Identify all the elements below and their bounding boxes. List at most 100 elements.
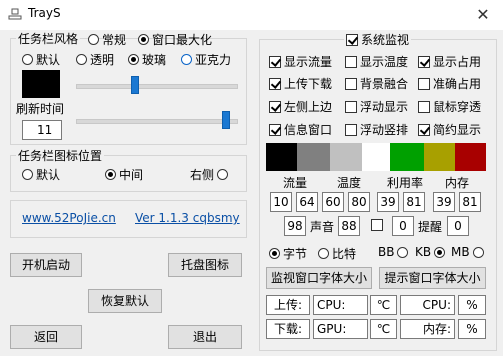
exit-button[interactable]: 退出 [168,325,242,349]
radio-indicator [105,169,116,180]
autostart-button[interactable]: 开机启动 [10,253,82,277]
unit-byte-radio[interactable]: 字节 [269,245,307,262]
value-box[interactable]: 39 [433,192,455,212]
checkbox-indicator [345,77,357,90]
checkbox-indicator [418,55,430,68]
taskbar-style-title: 任务栏风格 [16,30,81,47]
color-swatch-4[interactable] [362,143,390,171]
checkbox-indicator [269,77,281,90]
transparency-slider-track[interactable] [76,84,238,89]
mode-maximized-radio[interactable]: 窗口最大化 [138,31,212,48]
version-link[interactable]: Ver 1.1.3 cqbsmy [135,211,240,225]
system-monitor-checkbox[interactable]: 系统监视 [344,31,412,48]
style-transparent-radio[interactable]: 透明 [76,51,114,68]
radio-indicator [76,54,87,65]
floating-vertical-checkbox[interactable]: 浮动竖排 [345,121,408,138]
accurate-usage-checkbox[interactable]: 准确占用 [418,75,481,92]
checkbox-indicator [269,100,281,113]
upload-download-checkbox[interactable]: 上传下载 [269,75,332,92]
simple-display-checkbox[interactable]: 简约显示 [418,121,481,138]
style-acrylic-radio[interactable]: 亚克力 [181,51,231,68]
style-glass-radio[interactable]: 玻璃 [128,51,166,68]
radio-indicator [88,34,99,45]
close-icon[interactable]: ✕ [463,0,503,30]
radio-indicator [128,54,139,65]
color-swatch-3[interactable] [330,143,362,171]
value-box[interactable]: 80 [348,192,370,212]
alert-checkbox[interactable] [371,219,383,231]
cpu-percent-box: % [458,295,486,315]
tray-icon-button[interactable]: 托盘图标 [168,253,242,277]
value-box[interactable]: 0 [392,216,414,236]
checkbox-indicator [269,123,281,136]
icon-pos-center-radio[interactable]: 中间 [105,166,143,183]
back-button[interactable]: 返回 [10,325,82,349]
style-default-radio[interactable]: 默认 [22,51,60,68]
value-box[interactable]: 81 [459,192,481,212]
header-temperature: 温度 [337,176,362,190]
value-box[interactable]: 0 [447,216,469,236]
checkbox-indicator [345,100,357,113]
radio-indicator [269,248,280,259]
mouse-passthrough-checkbox[interactable]: 鼠标穿透 [418,98,481,115]
unit-bb-radio[interactable]: BB [378,245,411,259]
color-swatch-1[interactable] [266,143,297,171]
radio-indicator [318,248,329,259]
radio-indicator [138,34,149,45]
show-usage-checkbox[interactable]: 显示占用 [418,53,481,70]
floating-display-checkbox[interactable]: 浮动显示 [345,98,408,115]
memory-label-box: 内存: [400,319,455,339]
value-box[interactable]: 88 [338,216,360,236]
refresh-label: 刷新时间 [16,102,65,116]
show-temperature-checkbox[interactable]: 显示温度 [345,53,408,70]
show-traffic-checkbox[interactable]: 显示流量 [269,53,332,70]
checkbox-indicator [418,77,430,90]
title-bar: TrayS ✕ [0,0,503,30]
restore-defaults-button[interactable]: 恢复默认 [88,289,162,313]
tooltip-font-size-button[interactable]: 提示窗口字体大小 [379,267,486,289]
icon-position-title: 任务栏图标位置 [16,147,105,164]
checkbox-indicator [418,100,430,113]
value-box[interactable]: 10 [270,192,292,212]
cpu-temp-label-box: CPU: [313,295,368,315]
checkbox-indicator [345,123,357,136]
window-title: TrayS [28,6,61,20]
remind-label: 提醒 [418,220,443,234]
download-label-box: 下载: [266,319,310,339]
value-box[interactable]: 98 [284,216,306,236]
color-swatch-5[interactable] [390,143,424,171]
color-swatch-7[interactable] [455,143,486,171]
app-icon [8,8,22,20]
color-swatch-2[interactable] [297,143,330,171]
color-swatch-6[interactable] [424,143,455,171]
radio-indicator [22,169,33,180]
unit-bit-radio[interactable]: 比特 [318,245,356,262]
unit-kb-radio[interactable]: KB [415,245,448,259]
refresh-slider-thumb[interactable] [222,111,230,129]
value-box[interactable]: 60 [322,192,344,212]
icon-pos-right-radio[interactable]: 右侧 [190,166,231,183]
background-blend-checkbox[interactable]: 背景融合 [345,75,408,92]
upload-label-box: 上传: [266,295,310,315]
checkbox-indicator [269,55,281,68]
value-box[interactable]: 39 [377,192,399,212]
taskbar-color-swatch[interactable] [22,70,60,98]
cpu-temp-unit-box: ℃ [370,295,397,315]
refresh-time-input[interactable]: 11 [22,120,62,140]
gpu-temp-unit-box: ℃ [370,319,397,339]
radio-indicator [217,169,229,180]
left-top-checkbox[interactable]: 左侧上边 [269,98,332,115]
checkbox-indicator [346,33,358,46]
mode-normal-radio[interactable]: 常规 [88,31,126,48]
icon-pos-default-radio[interactable]: 默认 [22,166,60,183]
transparency-slider-thumb[interactable] [131,76,139,94]
info-window-checkbox[interactable]: 信息窗口 [269,121,332,138]
refresh-slider-track[interactable] [76,119,238,124]
value-box[interactable]: 64 [296,192,318,212]
unit-mb-radio[interactable]: MB [451,245,487,259]
radio-indicator [22,54,33,65]
cpu-usage-label-box: CPU: [400,295,455,315]
website-link[interactable]: www.52PoJie.cn [22,211,116,225]
value-box[interactable]: 81 [403,192,425,212]
monitor-font-size-button[interactable]: 监视窗口字体大小 [266,267,372,289]
